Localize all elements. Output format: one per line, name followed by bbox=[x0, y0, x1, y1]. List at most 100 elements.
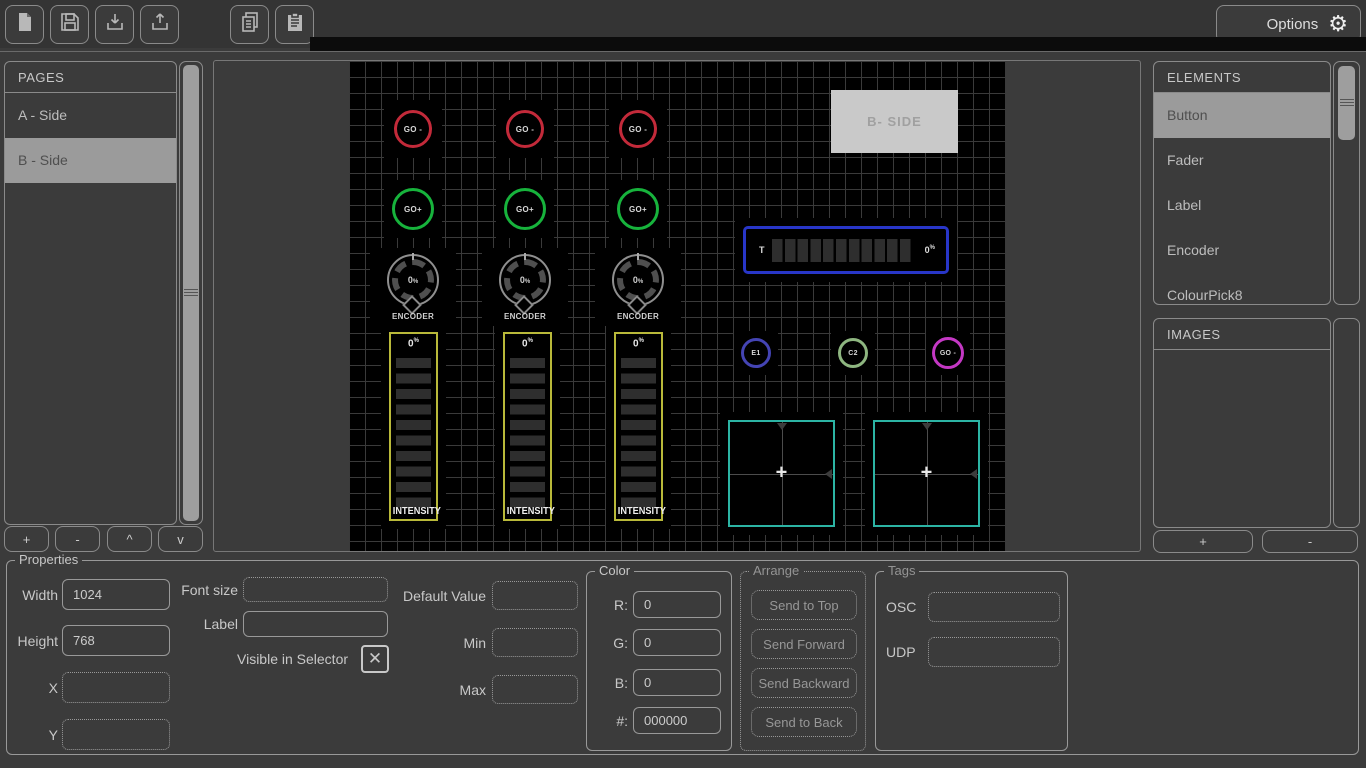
send-to-back-button[interactable]: Send to Back bbox=[751, 707, 857, 737]
page-add-button[interactable]: + bbox=[4, 526, 49, 552]
udp-label: UDP bbox=[886, 644, 926, 660]
import-button[interactable] bbox=[95, 5, 134, 44]
layout-canvas[interactable]: GO - GO - GO - GO+ GO+ GO+ 0% ENCODER bbox=[349, 61, 1006, 551]
top-divider-strip bbox=[310, 37, 1366, 51]
page-remove-button[interactable]: - bbox=[55, 526, 100, 552]
go-minus-button-2[interactable]: GO - bbox=[496, 100, 554, 158]
images-scrollbar-track bbox=[1333, 318, 1360, 528]
xy-pad-2[interactable]: + bbox=[865, 412, 988, 535]
c2-ring: C2 bbox=[838, 338, 868, 368]
xy-top-arrow-icon bbox=[777, 423, 787, 430]
send-to-top-button[interactable]: Send to Top bbox=[751, 590, 857, 620]
encoder-label: ENCODER bbox=[392, 312, 434, 321]
properties-legend: Properties bbox=[15, 552, 82, 567]
pages-scrollbar-track bbox=[179, 61, 203, 525]
copy-button[interactable] bbox=[230, 5, 269, 44]
go-plus-button-3[interactable]: GO+ bbox=[609, 180, 667, 238]
xy-pad-body: + bbox=[728, 420, 835, 527]
height-input[interactable] bbox=[62, 625, 170, 656]
image-remove-button[interactable]: - bbox=[1262, 530, 1358, 553]
e1-button[interactable]: E1 bbox=[734, 331, 778, 375]
c2-label: C2 bbox=[848, 350, 858, 357]
min-input[interactable] bbox=[492, 628, 578, 657]
export-button[interactable] bbox=[140, 5, 179, 44]
meter-widget[interactable]: T 0% bbox=[735, 218, 957, 282]
element-item-encoder[interactable]: Encoder bbox=[1154, 228, 1330, 273]
meter-left-label: T bbox=[759, 245, 765, 255]
go-minus-magenta-label: GO - bbox=[940, 350, 956, 357]
fader-widget-2[interactable]: 0% INTENSITY bbox=[495, 324, 560, 529]
toolbar-separator bbox=[0, 51, 1366, 52]
element-item-button[interactable]: Button bbox=[1154, 93, 1330, 138]
paste-button[interactable] bbox=[275, 5, 314, 44]
element-item-label[interactable]: Label bbox=[1154, 183, 1330, 228]
fader-body: 0% INTENSITY bbox=[503, 332, 552, 521]
encoder-knob: 0% bbox=[499, 254, 551, 306]
udp-input[interactable] bbox=[928, 637, 1060, 667]
send-backward-button[interactable]: Send Backward bbox=[751, 668, 857, 698]
encoder-widget-1[interactable]: 0% ENCODER bbox=[370, 248, 456, 326]
elements-scrollbar-thumb[interactable] bbox=[1338, 66, 1355, 140]
go-minus-label: GO - bbox=[629, 125, 648, 134]
encoder-label: ENCODER bbox=[617, 312, 659, 321]
send-forward-button[interactable]: Send Forward bbox=[751, 629, 857, 659]
default-value-input[interactable] bbox=[492, 581, 578, 610]
go-minus-label: GO - bbox=[404, 125, 423, 134]
meter-body: T 0% bbox=[743, 226, 949, 274]
encoder-label: ENCODER bbox=[504, 312, 546, 321]
element-item-colourpick8[interactable]: ColourPick8 bbox=[1154, 273, 1330, 305]
y-label: Y bbox=[8, 727, 58, 743]
element-item-fader[interactable]: Fader bbox=[1154, 138, 1330, 183]
e1-ring: E1 bbox=[741, 338, 771, 368]
encoder-widget-3[interactable]: 0% ENCODER bbox=[595, 248, 681, 326]
pages-scrollbar-thumb[interactable] bbox=[183, 65, 199, 521]
width-input[interactable] bbox=[62, 579, 170, 610]
color-b-input[interactable] bbox=[633, 669, 721, 696]
xy-pad-1[interactable]: + bbox=[720, 412, 843, 535]
x-input[interactable] bbox=[62, 672, 170, 703]
color-g-label: G: bbox=[598, 635, 628, 651]
page-move-down-button[interactable]: v bbox=[158, 526, 203, 552]
fader-label: INTENSITY bbox=[618, 506, 659, 517]
color-hex-input[interactable] bbox=[633, 707, 721, 734]
fader-widget-3[interactable]: 0% INTENSITY bbox=[606, 324, 671, 529]
go-plus-button-1[interactable]: GO+ bbox=[384, 180, 442, 238]
go-plus-button-2[interactable]: GO+ bbox=[496, 180, 554, 238]
encoder-widget-2[interactable]: 0% ENCODER bbox=[482, 248, 568, 326]
encoder-pointer-icon bbox=[637, 253, 639, 260]
page-item-a-side[interactable]: A - Side bbox=[5, 93, 176, 138]
new-file-button[interactable] bbox=[5, 5, 44, 44]
y-input[interactable] bbox=[62, 719, 170, 750]
color-r-input[interactable] bbox=[633, 591, 721, 618]
scroll-grip-icon bbox=[1340, 99, 1354, 107]
c2-button[interactable]: C2 bbox=[831, 331, 875, 375]
fader-label: INTENSITY bbox=[507, 506, 548, 517]
images-panel: IMAGES bbox=[1153, 318, 1331, 528]
go-plus-ring: GO+ bbox=[392, 188, 434, 230]
save-button[interactable] bbox=[50, 5, 89, 44]
elements-panel: ELEMENTS Button Fader Label Encoder Colo… bbox=[1153, 61, 1331, 305]
page-title-label[interactable]: B- SIDE bbox=[831, 90, 958, 153]
meter-unit: % bbox=[930, 245, 935, 251]
image-add-button[interactable]: + bbox=[1153, 530, 1253, 553]
osc-label: OSC bbox=[886, 599, 926, 615]
fader-widget-1[interactable]: 0% INTENSITY bbox=[381, 324, 446, 529]
go-minus-ring: GO - bbox=[506, 110, 544, 148]
visible-in-selector-label: Visible in Selector bbox=[237, 651, 353, 667]
go-minus-button-3[interactable]: GO - bbox=[609, 100, 667, 158]
arrange-legend: Arrange bbox=[749, 563, 803, 578]
font-size-input[interactable] bbox=[243, 577, 388, 602]
max-input[interactable] bbox=[492, 675, 578, 704]
go-minus-magenta-button[interactable]: GO - bbox=[926, 331, 970, 375]
osc-input[interactable] bbox=[928, 592, 1060, 622]
visible-in-selector-checkbox[interactable]: ✕ bbox=[361, 645, 389, 673]
go-minus-button-1[interactable]: GO - bbox=[384, 100, 442, 158]
fader-segments bbox=[510, 358, 545, 510]
font-size-label: Font size bbox=[166, 582, 238, 598]
page-move-up-button[interactable]: ^ bbox=[107, 526, 152, 552]
fader-unit: % bbox=[528, 338, 533, 344]
color-g-input[interactable] bbox=[633, 629, 721, 656]
label-input[interactable] bbox=[243, 611, 388, 637]
color-b-label: B: bbox=[598, 675, 628, 691]
page-item-b-side[interactable]: B - Side bbox=[5, 138, 176, 183]
